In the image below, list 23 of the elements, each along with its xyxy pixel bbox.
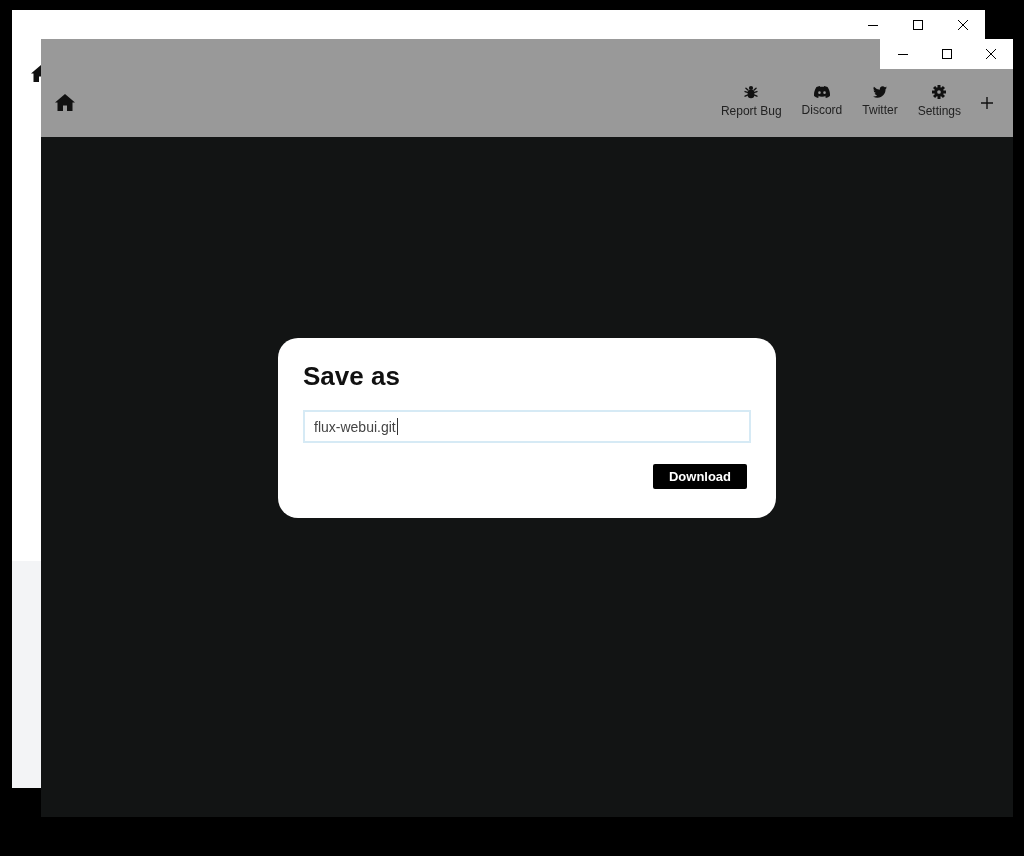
settings-icon xyxy=(932,84,947,99)
home-icon[interactable] xyxy=(31,65,41,82)
discord-icon xyxy=(813,85,830,98)
toolbar-button[interactable]: Report Bug xyxy=(720,84,782,118)
toolbar-button[interactable]: Discord xyxy=(801,85,843,117)
home-icon xyxy=(55,93,75,111)
dialog-title: Save as xyxy=(303,360,401,392)
text-cursor-icon xyxy=(396,418,398,435)
plus-icon xyxy=(981,97,993,109)
close-icon xyxy=(957,20,968,30)
bug-icon xyxy=(744,84,759,99)
maximize-icon xyxy=(942,49,952,59)
toolbar-button[interactable]: Twitter xyxy=(862,85,898,117)
bird-icon xyxy=(872,85,887,98)
maximize-icon xyxy=(912,20,923,30)
download-button[interactable]: Download xyxy=(653,464,747,489)
close-icon xyxy=(986,49,996,59)
add-button[interactable] xyxy=(981,97,993,109)
filename-field[interactable]: flux-webui.git xyxy=(303,410,751,443)
home-button[interactable] xyxy=(55,93,75,111)
minimize-icon xyxy=(898,53,908,55)
toolbar-button[interactable]: Settings xyxy=(917,84,961,118)
minimize-icon xyxy=(867,24,878,26)
